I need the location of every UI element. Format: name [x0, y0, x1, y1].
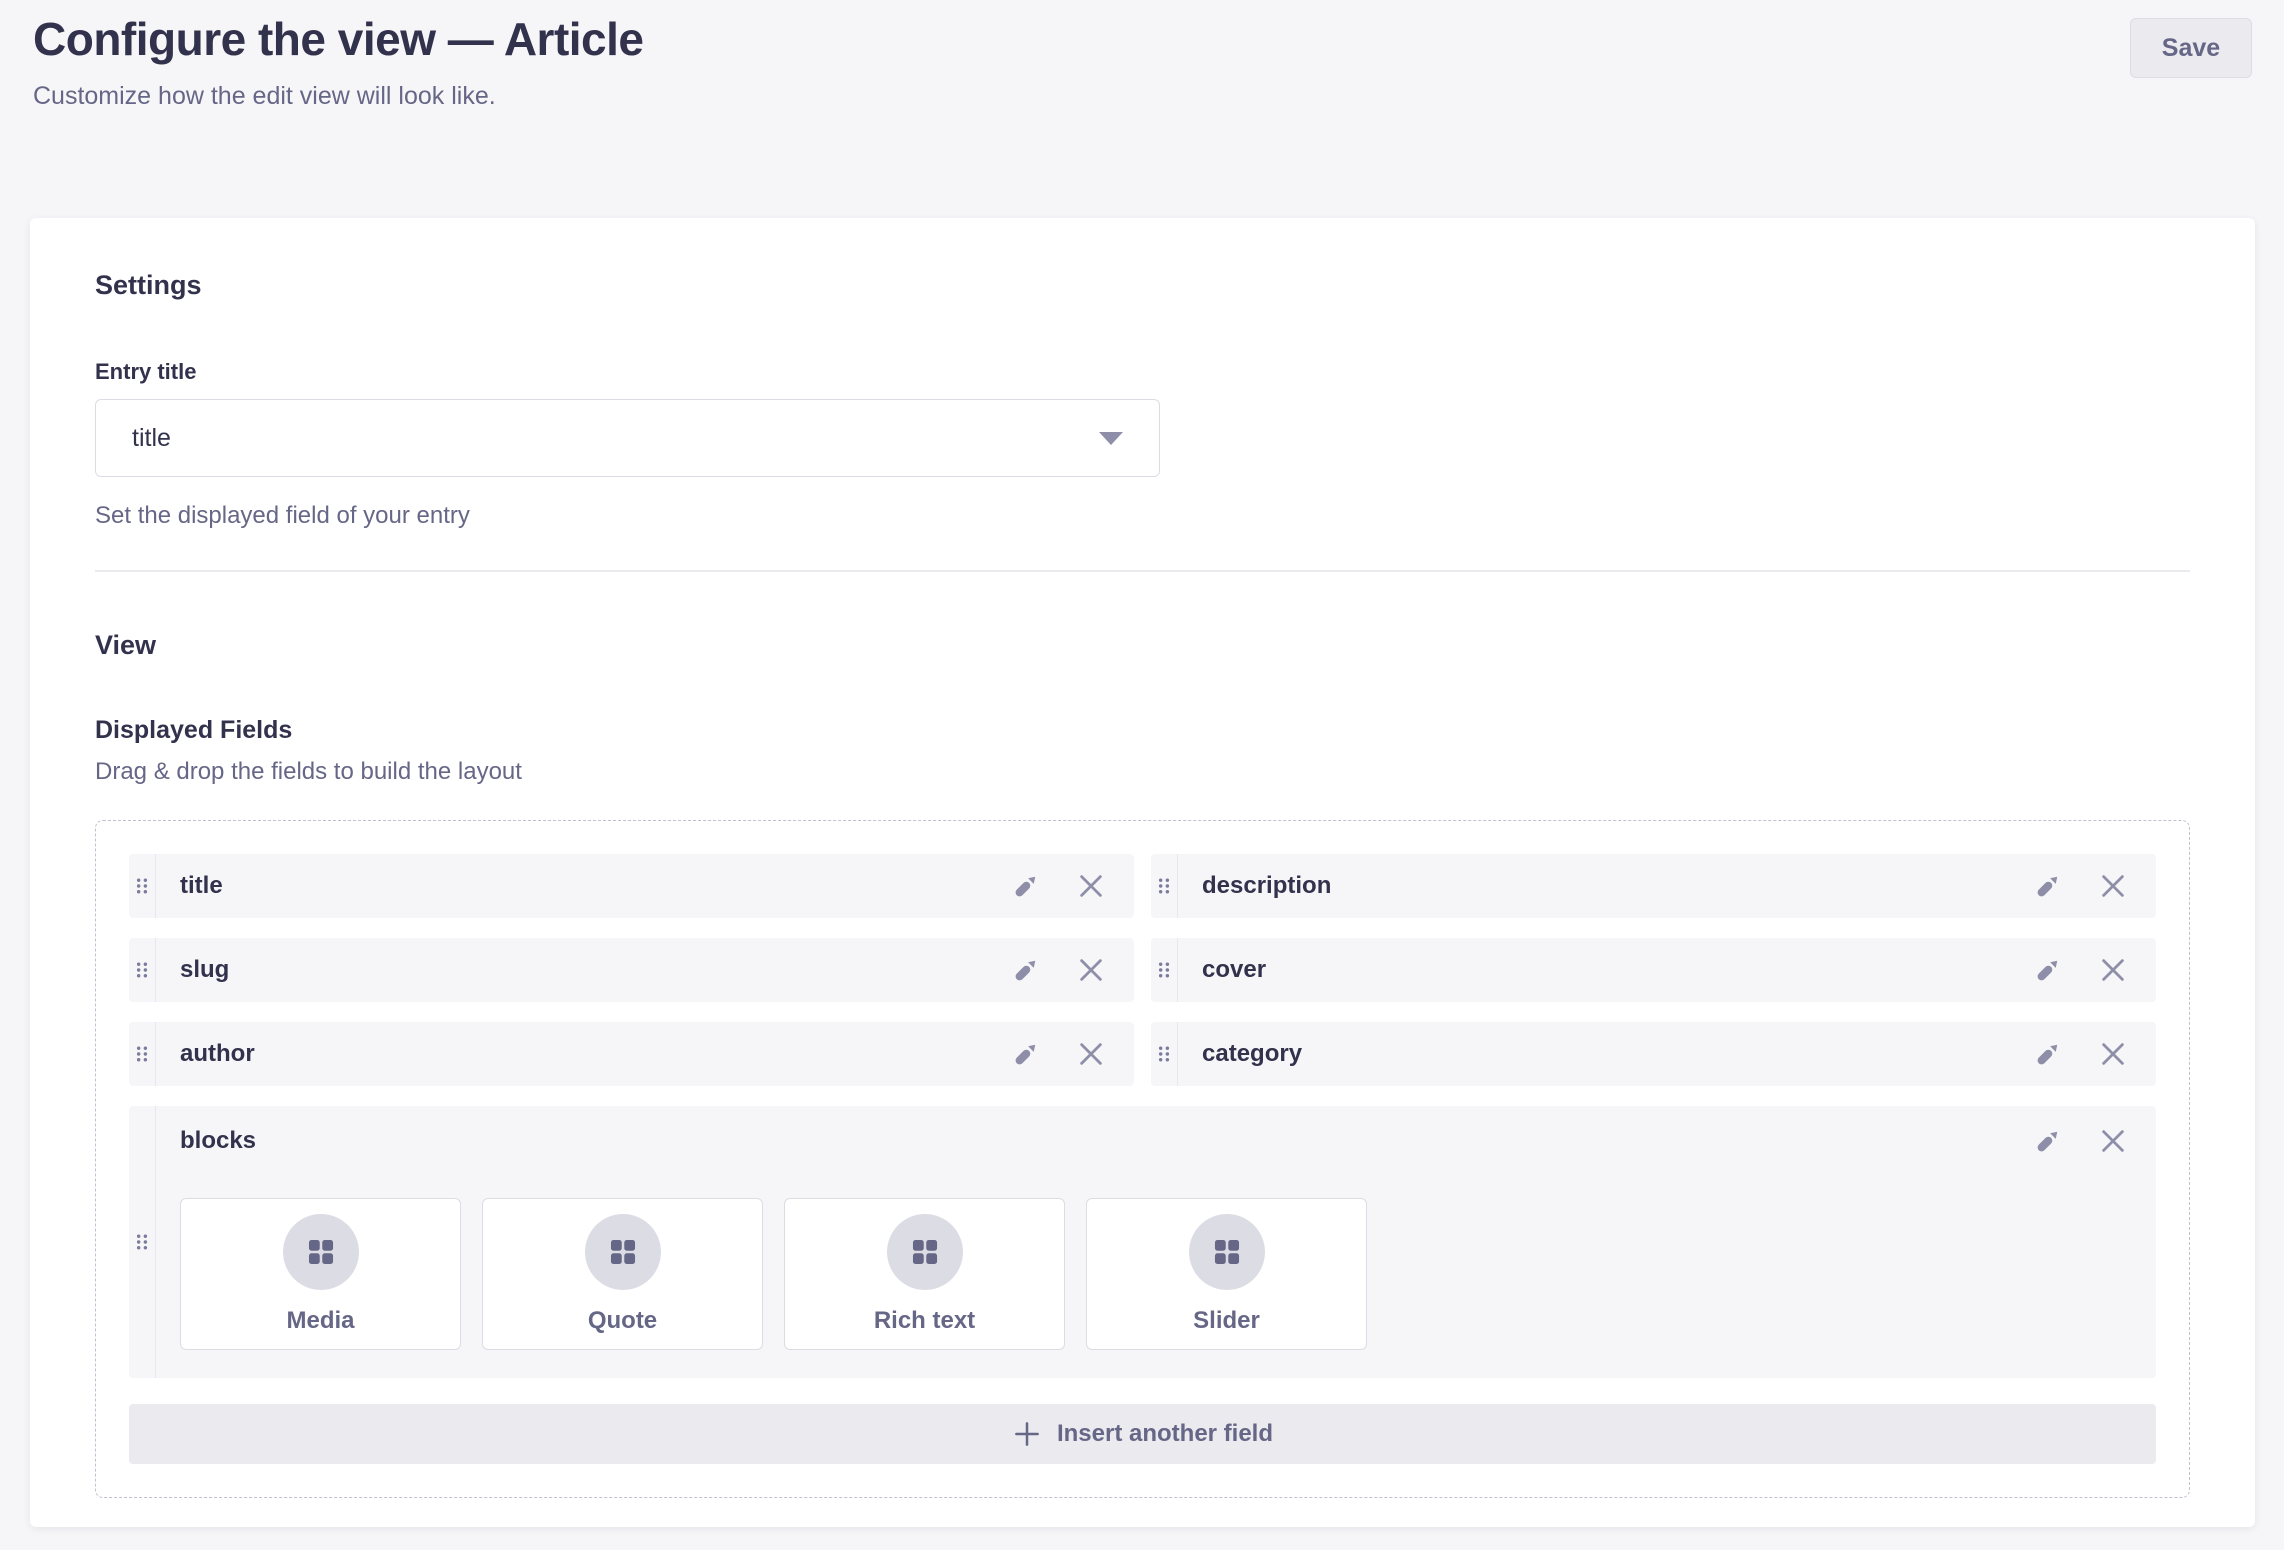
drag-handle[interactable] [1151, 938, 1178, 1002]
component-icon-circle [887, 1214, 963, 1290]
save-button[interactable]: Save [2130, 18, 2252, 78]
component-card-rich-text[interactable]: Rich text [784, 1198, 1065, 1350]
grid-icon [908, 1235, 942, 1269]
cross-icon [2098, 871, 2128, 901]
field-row-title[interactable]: title [129, 854, 1134, 918]
delete-field-button[interactable] [2098, 871, 2128, 901]
configuration-card: Settings Entry title title Set the displ… [30, 218, 2255, 1527]
edit-field-button[interactable] [1012, 872, 1040, 900]
grid-icon [304, 1235, 338, 1269]
edit-field-button[interactable] [2034, 1127, 2062, 1155]
edit-field-button[interactable] [1012, 956, 1040, 984]
drag-handle[interactable] [129, 1022, 156, 1086]
grid-icon [1210, 1235, 1244, 1269]
pencil-icon [2034, 872, 2062, 900]
pencil-icon [2034, 1127, 2062, 1155]
component-label: Slider [1193, 1307, 1260, 1335]
field-row-blocks[interactable]: blocks Media Quote [129, 1106, 2156, 1378]
component-card-quote[interactable]: Quote [482, 1198, 763, 1350]
delete-field-button[interactable] [2098, 1039, 2128, 1069]
field-row-description[interactable]: description [1151, 854, 2156, 918]
displayed-fields-subtitle: Drag & drop the fields to build the layo… [95, 758, 2190, 786]
field-row-cover[interactable]: cover [1151, 938, 2156, 1002]
drag-drop-zone: title description slug [95, 820, 2190, 1498]
delete-field-button[interactable] [2098, 955, 2128, 985]
cross-icon [1076, 871, 1106, 901]
component-icon-circle [283, 1214, 359, 1290]
displayed-fields-title: Displayed Fields [95, 716, 2190, 745]
insert-another-field-label: Insert another field [1057, 1420, 1273, 1448]
entry-title-hint: Set the displayed field of your entry [95, 502, 2190, 530]
edit-field-button[interactable] [2034, 872, 2062, 900]
field-row-slug[interactable]: slug [129, 938, 1134, 1002]
pencil-icon [2034, 956, 2062, 984]
field-name: author [156, 1040, 1012, 1068]
entry-title-label: Entry title [95, 359, 2190, 385]
settings-heading: Settings [95, 270, 2190, 301]
pencil-icon [1012, 872, 1040, 900]
pencil-icon [2034, 1040, 2062, 1068]
field-name: blocks [180, 1127, 256, 1155]
component-label: Quote [588, 1307, 657, 1335]
grid-icon [606, 1235, 640, 1269]
drag-handle[interactable] [129, 938, 156, 1002]
delete-field-button[interactable] [2098, 1126, 2128, 1156]
field-name: title [156, 872, 1012, 900]
component-icon-circle [1189, 1214, 1265, 1290]
delete-field-button[interactable] [1076, 955, 1106, 985]
cross-icon [1076, 955, 1106, 985]
entry-title-select-value: title [132, 424, 171, 453]
component-label: Media [286, 1307, 354, 1335]
fields-grid: title description slug [129, 854, 2156, 1464]
delete-field-button[interactable] [1076, 1039, 1106, 1069]
drag-handle[interactable] [129, 854, 156, 918]
cross-icon [2098, 955, 2128, 985]
field-name: description [1178, 872, 2034, 900]
entry-title-field-group: Entry title title Set the displayed fiel… [95, 359, 2190, 530]
component-cards: Media Quote Rich text Slider [180, 1198, 2128, 1350]
edit-field-button[interactable] [2034, 956, 2062, 984]
drag-handle[interactable] [1151, 1022, 1178, 1086]
page-title: Configure the view — Article [33, 12, 2251, 66]
field-row-author[interactable]: author [129, 1022, 1134, 1086]
entry-title-select[interactable]: title [95, 399, 1160, 477]
drag-handle[interactable] [129, 1106, 156, 1378]
section-divider [95, 570, 2190, 572]
page-header: Configure the view — Article Customize h… [0, 0, 2284, 111]
edit-field-button[interactable] [1012, 1040, 1040, 1068]
component-card-media[interactable]: Media [180, 1198, 461, 1350]
field-row-category[interactable]: category [1151, 1022, 2156, 1086]
component-label: Rich text [874, 1307, 975, 1335]
drag-handle[interactable] [1151, 854, 1178, 918]
cross-icon [1076, 1039, 1106, 1069]
caret-down-icon [1099, 432, 1123, 445]
field-name: category [1178, 1040, 2034, 1068]
cross-icon [2098, 1039, 2128, 1069]
component-icon-circle [585, 1214, 661, 1290]
page-subtitle: Customize how the edit view will look li… [33, 82, 2251, 111]
pencil-icon [1012, 1040, 1040, 1068]
cross-icon [2098, 1126, 2128, 1156]
insert-another-field-button[interactable]: Insert another field [129, 1404, 2156, 1464]
field-name: slug [156, 956, 1012, 984]
delete-field-button[interactable] [1076, 871, 1106, 901]
plus-icon [1012, 1419, 1042, 1449]
pencil-icon [1012, 956, 1040, 984]
view-heading: View [95, 630, 2190, 661]
field-name: cover [1178, 956, 2034, 984]
component-card-slider[interactable]: Slider [1086, 1198, 1367, 1350]
edit-field-button[interactable] [2034, 1040, 2062, 1068]
